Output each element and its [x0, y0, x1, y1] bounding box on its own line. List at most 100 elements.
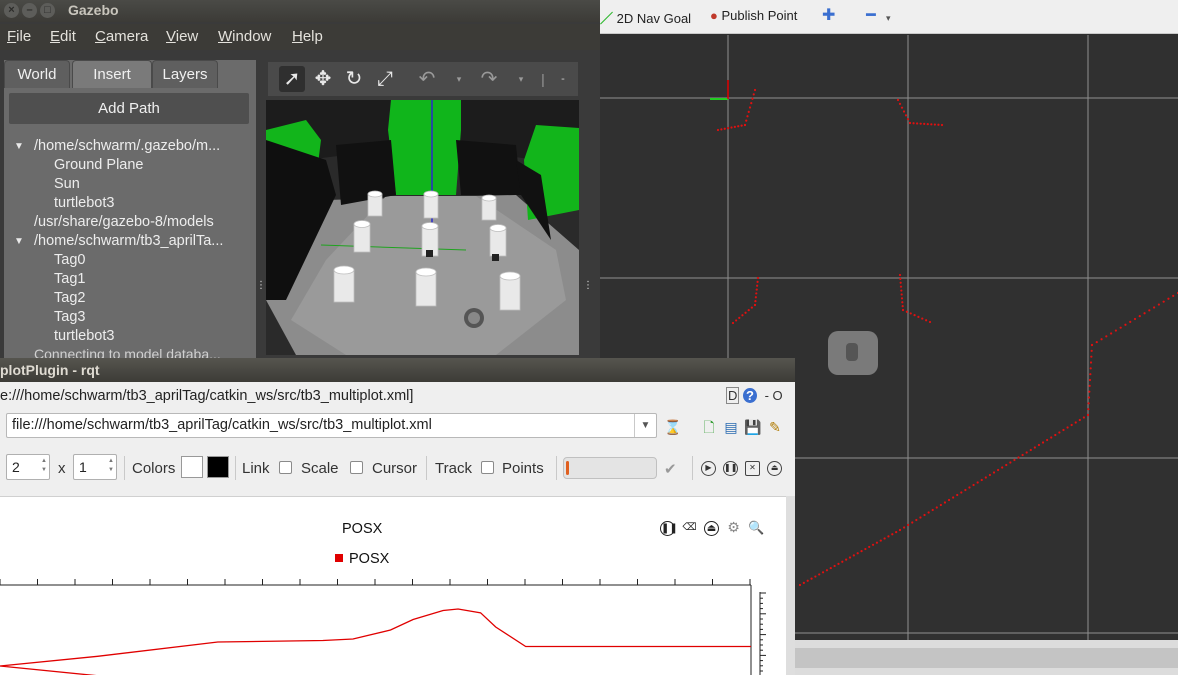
- menu-edit[interactable]: Edit: [50, 28, 76, 45]
- save-icon[interactable]: 💾: [744, 418, 762, 436]
- tree-item[interactable]: Tag0: [54, 252, 85, 268]
- dock-icon[interactable]: D: [726, 387, 740, 404]
- laser-point: [753, 303, 757, 307]
- laser-point: [921, 317, 924, 320]
- cols-spinbox[interactable]: 1 ▲ ▼: [73, 454, 117, 480]
- tree-item[interactable]: turtlebot3: [54, 195, 114, 211]
- splitter-handle[interactable]: ⋮: [256, 280, 266, 291]
- translate-icon[interactable]: ✥: [310, 66, 336, 92]
- config-path-select[interactable]: file:///home/schwarm/tb3_aprilTag/catkin…: [6, 413, 657, 438]
- menu-label: ile: [16, 28, 32, 45]
- menu-window[interactable]: Window: [218, 28, 271, 45]
- laser-point: [908, 121, 912, 125]
- pause-icon[interactable]: ❚❚: [723, 461, 738, 476]
- clear-config-icon[interactable]: ⌛: [664, 418, 682, 436]
- tab-world[interactable]: World: [4, 60, 70, 88]
- laser-point: [1050, 436, 1053, 439]
- help-icon[interactable]: ?: [743, 388, 757, 403]
- laser-point: [752, 93, 755, 96]
- laser-point: [947, 498, 951, 502]
- gazebo-titlebar: × – □ Gazebo: [0, 0, 600, 22]
- laser-point: [1095, 341, 1098, 344]
- laser-point: [716, 128, 720, 132]
- undo-dropdown-icon[interactable]: ▾: [446, 66, 472, 92]
- laser-point: [899, 285, 903, 288]
- expand-arrow-icon[interactable]: ▼: [14, 236, 24, 247]
- close-icon[interactable]: ×: [4, 3, 19, 18]
- add-path-button[interactable]: Add Path: [9, 93, 249, 124]
- laser-point: [821, 571, 825, 574]
- laser-point: [848, 556, 852, 559]
- scroll-strip[interactable]: [795, 648, 1178, 668]
- redo-icon[interactable]: ↷: [476, 66, 502, 92]
- laser-point: [756, 276, 760, 280]
- tree-folder[interactable]: /home/schwarm/tb3_aprilTa...: [34, 233, 223, 249]
- new-config-icon[interactable]: 🗋: [700, 418, 718, 436]
- eject-icon[interactable]: ⏏: [767, 461, 782, 476]
- plot-svg: [0, 579, 766, 675]
- laser-point: [900, 289, 903, 292]
- expand-arrow-icon[interactable]: ▼: [14, 141, 24, 152]
- tree-item[interactable]: Tag3: [54, 309, 85, 325]
- laser-point: [1110, 332, 1113, 335]
- laser-point: [748, 106, 752, 109]
- laser-point: [1066, 426, 1069, 429]
- tree-folder[interactable]: /usr/share/gazebo-8/models: [34, 214, 214, 230]
- window-title: Gazebo: [68, 2, 119, 18]
- edit-icon[interactable]: ✎: [766, 418, 784, 436]
- menu-file[interactable]: File: [7, 28, 31, 45]
- select-arrow-icon[interactable]: ➚: [279, 66, 305, 92]
- track-checkbox[interactable]: [481, 461, 494, 474]
- menu-help[interactable]: Help: [292, 28, 323, 45]
- tree-item[interactable]: Tag2: [54, 290, 85, 306]
- rows-spinbox[interactable]: 2 ▲ ▼: [6, 454, 50, 480]
- tab-layers[interactable]: Layers: [152, 60, 218, 88]
- plot-canvas[interactable]: POSX POSX ❚❚ ⌫ ⏏ ⚙ 🔍: [0, 496, 786, 675]
- plus-icon[interactable]: ✚: [822, 5, 835, 25]
- laser-point: [919, 122, 922, 125]
- laser-point: [1105, 335, 1108, 338]
- publish-point-tool[interactable]: ● Publish Point: [710, 8, 797, 23]
- tree-folder[interactable]: /home/schwarm/.gazebo/m...: [34, 138, 220, 154]
- tree-item[interactable]: Sun: [54, 176, 80, 192]
- clear-icon[interactable]: ✕: [745, 461, 760, 476]
- more-icon[interactable]: -: [550, 66, 576, 92]
- link-checkbox[interactable]: [279, 461, 292, 474]
- undo-icon[interactable]: ↶: [414, 66, 440, 92]
- chevron-down-icon[interactable]: ▼: [634, 414, 656, 437]
- laser-point: [750, 306, 753, 309]
- scale-checkbox[interactable]: [350, 461, 363, 474]
- laser-point: [1086, 413, 1090, 417]
- laser-point: [900, 293, 903, 296]
- laser-point: [960, 491, 963, 494]
- rotate-icon[interactable]: ↻: [341, 66, 367, 92]
- 3d-scene-viewport[interactable]: [266, 100, 579, 355]
- nav-goal-tool[interactable]: ／ 2D Nav Goal: [600, 8, 691, 27]
- laser-point: [755, 288, 758, 291]
- play-icon[interactable]: ▶: [701, 461, 716, 476]
- checkmark-icon[interactable]: ✔: [664, 460, 677, 478]
- laser-point: [928, 320, 932, 324]
- laser-point: [806, 579, 809, 582]
- open-config-icon[interactable]: ▤: [722, 418, 740, 436]
- laser-point: [883, 537, 886, 540]
- tree-item[interactable]: turtlebot3: [54, 328, 114, 344]
- background-color-swatch[interactable]: [181, 456, 203, 478]
- menu-camera[interactable]: Camera: [95, 28, 148, 45]
- close-minimize-icon[interactable]: - O: [765, 388, 783, 403]
- minus-icon[interactable]: ━: [866, 5, 876, 25]
- tree-item[interactable]: Ground Plane: [54, 157, 143, 173]
- chevron-down-icon[interactable]: ▾: [886, 13, 891, 24]
- tab-insert[interactable]: Insert: [72, 60, 152, 88]
- foreground-color-swatch[interactable]: [207, 456, 229, 478]
- laser-point: [902, 110, 906, 113]
- help-buttons: D ? - O: [726, 387, 783, 404]
- tree-item[interactable]: Tag1: [54, 271, 85, 287]
- laser-point: [956, 493, 959, 497]
- maximize-icon[interactable]: □: [40, 3, 55, 18]
- minimize-icon[interactable]: –: [22, 3, 37, 18]
- splitter-handle[interactable]: ⋮: [583, 280, 593, 291]
- plot-scrollbar[interactable]: [786, 496, 795, 675]
- scale-icon[interactable]: ⤢: [372, 66, 398, 92]
- menu-view[interactable]: View: [166, 28, 198, 45]
